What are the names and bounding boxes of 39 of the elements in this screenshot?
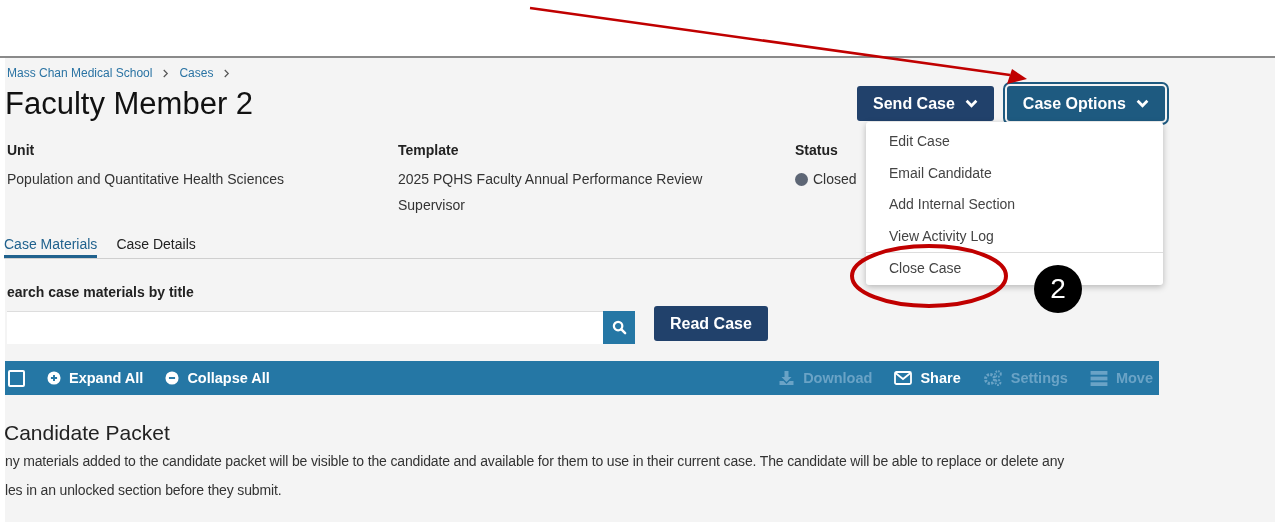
share-button[interactable]: Share (894, 370, 961, 386)
search-button[interactable] (603, 311, 635, 344)
search-field[interactable] (7, 311, 603, 344)
tab[interactable]: Case Details (116, 236, 196, 258)
menu-item[interactable]: Edit Case (866, 126, 1163, 158)
send-case-button[interactable]: Send Case (857, 86, 994, 121)
collapse-all-button[interactable]: Collapse All (165, 370, 270, 386)
menu-item[interactable]: Add Internal Section (866, 189, 1163, 221)
search-label: earch case materials by title (7, 284, 194, 300)
tab[interactable]: Case Materials (4, 236, 98, 258)
chevron-right-icon (162, 68, 170, 78)
gears-icon (982, 370, 1003, 386)
field-label: Template (398, 142, 460, 158)
menu-item[interactable]: View Activity Log (866, 220, 1163, 252)
select-all-checkbox[interactable] (8, 369, 25, 387)
menu-item[interactable]: Email Candidate (866, 157, 1163, 189)
expand-all-button[interactable]: Expand All (47, 370, 144, 386)
plus-circle-icon (47, 371, 61, 385)
section-description: les in an unlocked section before they submit. (5, 481, 283, 500)
step-number-badge: 2 (1034, 265, 1082, 313)
minus-circle-icon (165, 371, 180, 385)
envelope-icon (894, 371, 913, 385)
section-heading: Candidate Packet (4, 421, 171, 445)
stack-icon (1089, 370, 1108, 386)
read-case-button[interactable]: Read Case (654, 306, 768, 341)
chevron-down-icon (964, 99, 978, 108)
breadcrumb-link[interactable]: Cases (179, 66, 214, 80)
search-icon (611, 320, 627, 335)
chevron-right-icon (223, 68, 231, 78)
page-title: Faculty Member 2 (5, 86, 254, 122)
field-label: Status (795, 142, 839, 158)
breadcrumb-link[interactable]: Mass Chan Medical School (7, 66, 153, 80)
chevron-down-icon (1136, 99, 1149, 108)
field-value: 2025 PQHS Faculty Annual Performance Review Supervisor (398, 170, 704, 215)
download-icon (778, 370, 796, 386)
section-description: ny materials added to the candidate packet will be visible to the candidate and available for them to use in their current case. The candidate will be able to replace or delete any (5, 452, 1066, 471)
field-label: Unit (7, 142, 36, 158)
field-value: Population and Quantitative Health Sciences (7, 170, 285, 189)
field-value: Closed (813, 170, 857, 189)
